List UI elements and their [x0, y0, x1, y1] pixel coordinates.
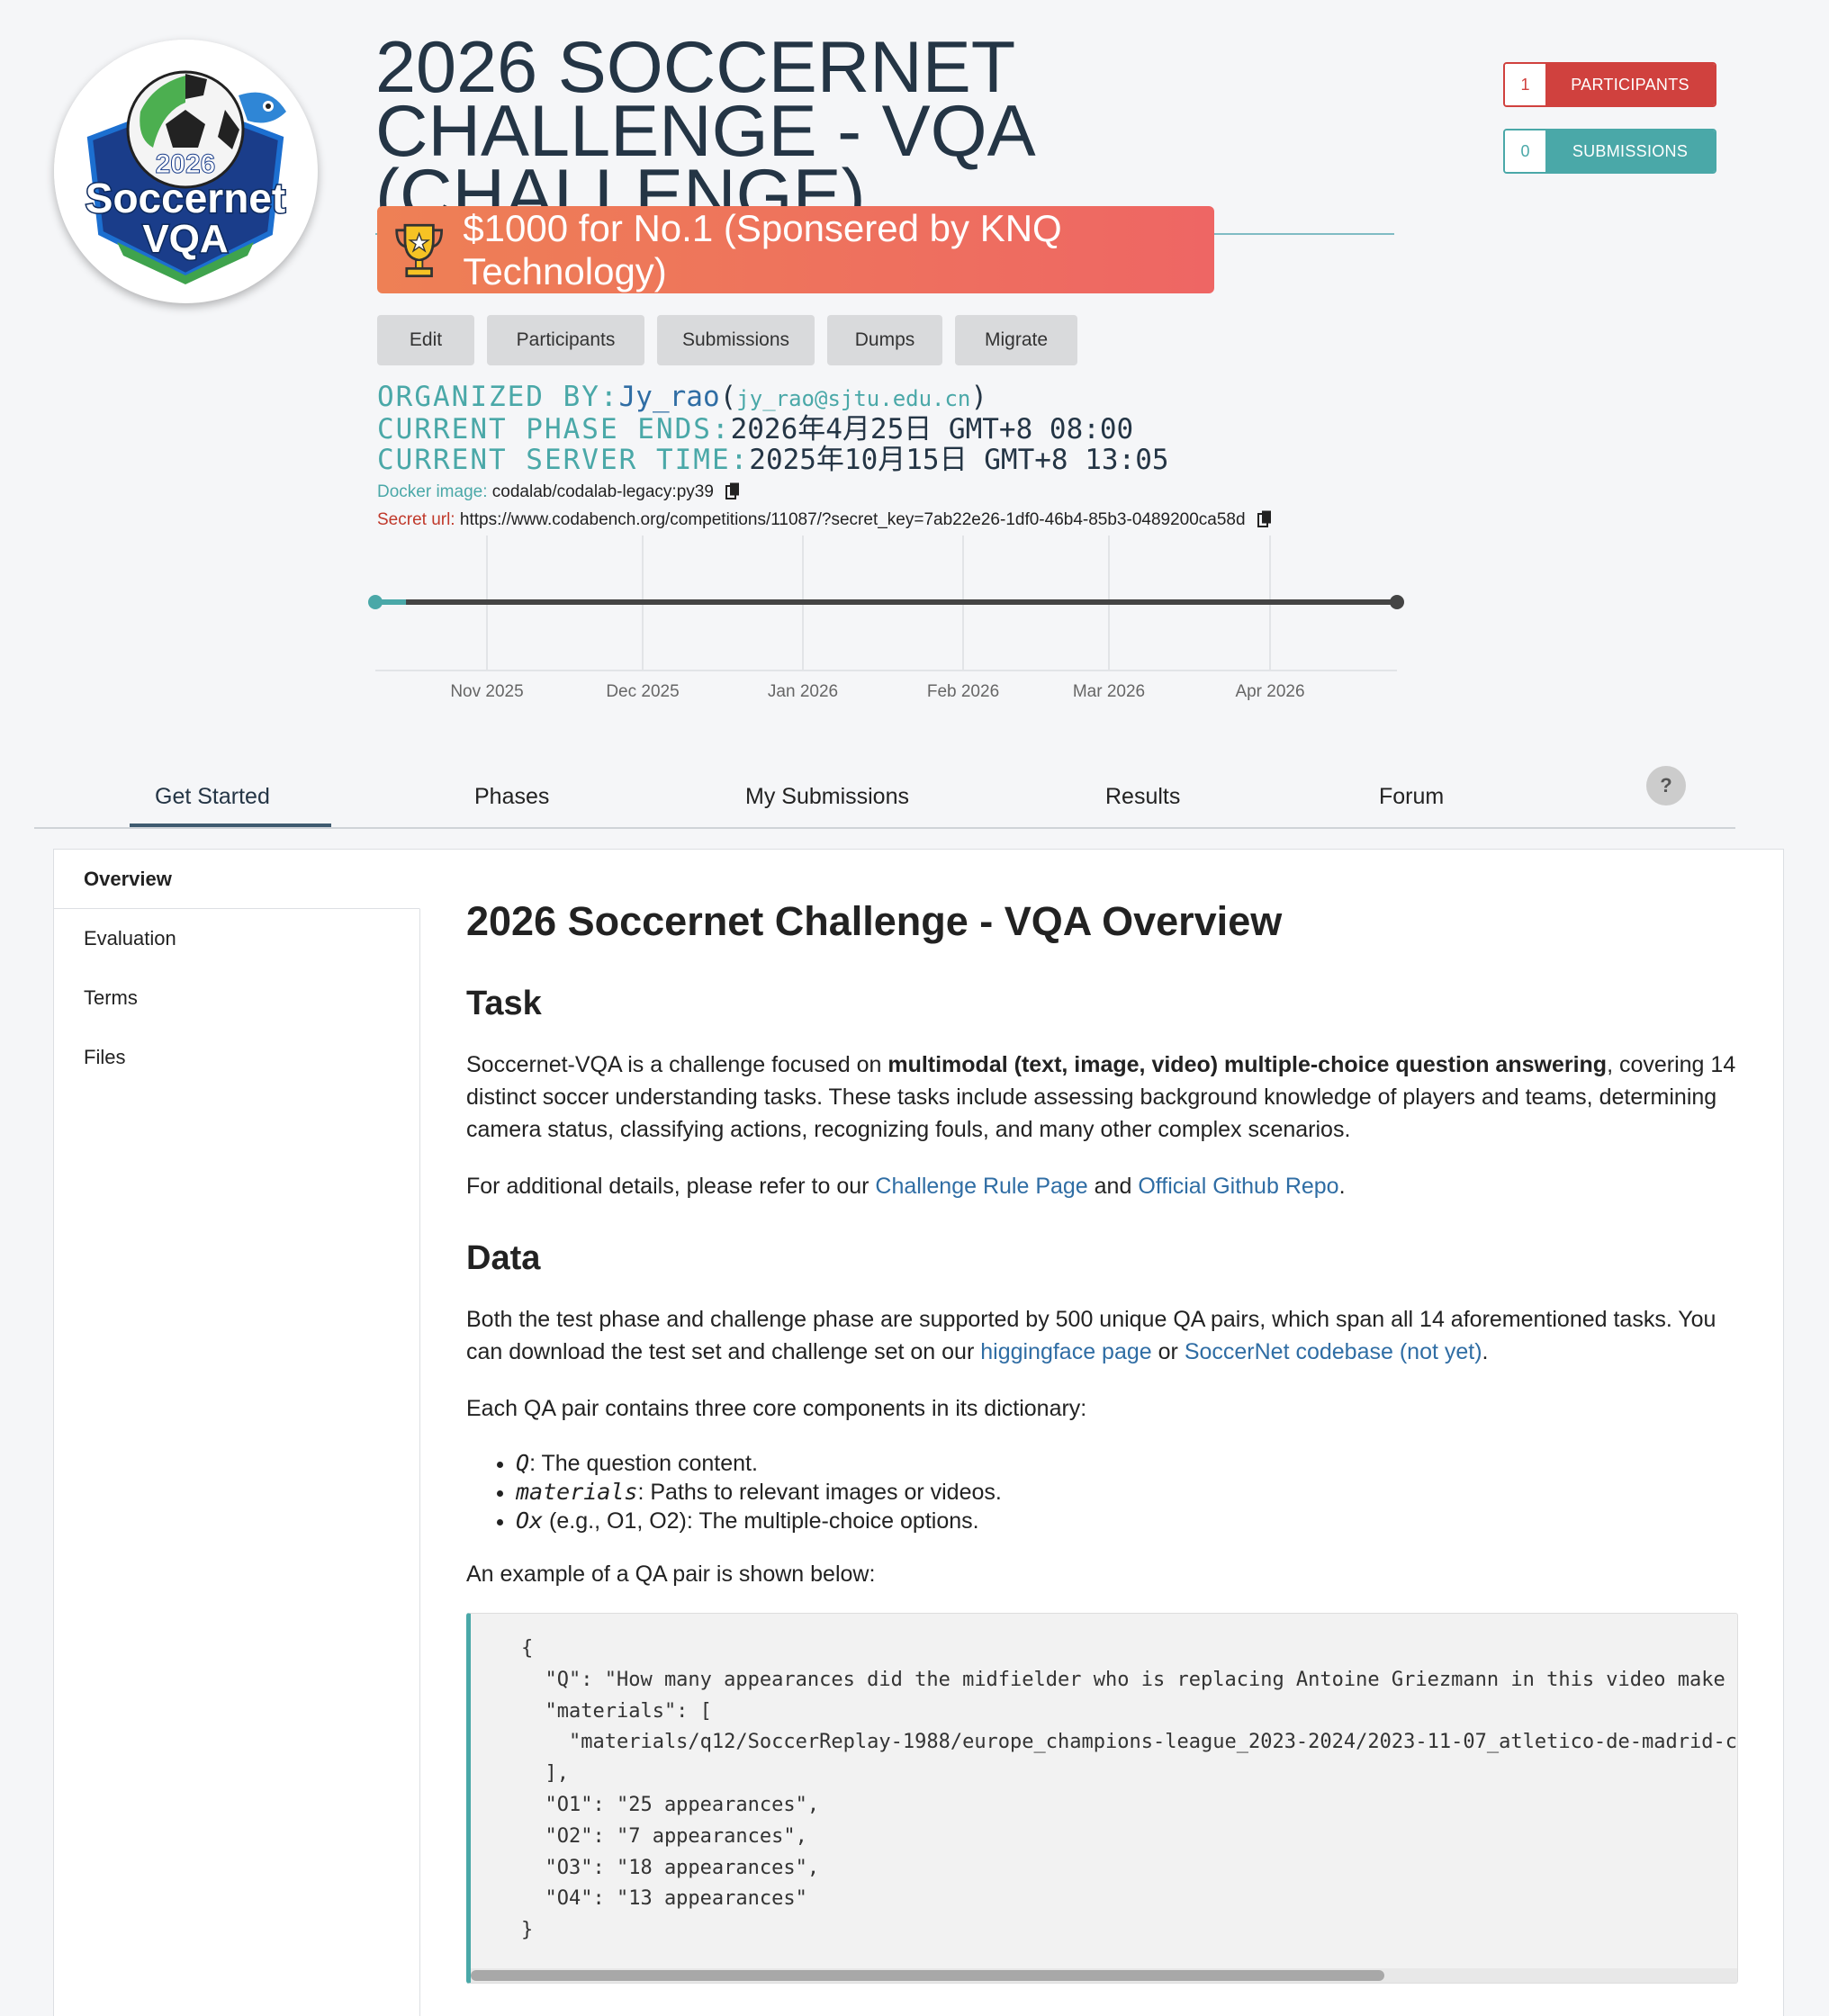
organizer-email[interactable]: jy_rao@sjtu.edu.cn	[736, 386, 970, 411]
task-heading: Task	[466, 985, 542, 1022]
submissions-counter[interactable]: 0 SUBMISSIONS	[1503, 129, 1716, 174]
soccernet-codebase-link[interactable]: SoccerNet codebase (not yet)	[1185, 1339, 1482, 1364]
competition-tabs: Get Started Phases My Submissions Result…	[34, 770, 1735, 829]
server-time-value: 2025年10月15日 GMT+8 13:05	[749, 444, 1169, 476]
server-time-row: CURRENT SERVER TIME:2025年10月15日 GMT+8 13…	[377, 445, 1169, 475]
timeline-month-label: Jan 2026	[768, 682, 838, 701]
submissions-count: 0	[1505, 130, 1545, 172]
organizer-name[interactable]: Jy_rao	[619, 381, 720, 413]
copy-icon[interactable]	[725, 482, 740, 500]
challenge-rule-link[interactable]: Challenge Rule Page	[875, 1174, 1087, 1199]
server-time-label: CURRENT SERVER TIME:	[377, 444, 750, 476]
submissions-button[interactable]: Submissions	[657, 315, 815, 365]
task-paragraph: Soccernet-VQA is a challenge focused on …	[466, 1052, 1736, 1142]
secret-url-label: Secret url:	[377, 510, 455, 529]
submissions-label: SUBMISSIONS	[1545, 130, 1715, 172]
dumps-button[interactable]: Dumps	[827, 315, 942, 365]
tab-forum[interactable]: Forum	[1379, 784, 1444, 810]
horizontal-scrollbar[interactable]	[471, 1968, 1737, 1983]
page-title: 2026 Soccernet Challenge - VQA Overview	[466, 898, 1283, 944]
tab-get-started[interactable]: Get Started	[155, 784, 270, 810]
sidebar: Overview Evaluation Terms Files	[54, 850, 420, 2016]
logo-line2: VQA	[142, 217, 228, 261]
copy-icon[interactable]	[1257, 510, 1272, 527]
github-repo-link[interactable]: Official Github Repo	[1138, 1174, 1338, 1199]
data-heading: Data	[466, 1239, 541, 1277]
timeline-month-label: Nov 2025	[450, 682, 523, 701]
tab-phases[interactable]: Phases	[474, 784, 549, 810]
phase-ends-value: 2026年4月25日 GMT+8 08:00	[730, 413, 1134, 446]
sidebar-item-terms[interactable]: Terms	[54, 968, 419, 1028]
participants-button[interactable]: Participants	[487, 315, 644, 365]
docker-image-value: codalab/codalab-legacy:py39	[491, 482, 714, 501]
timeline-month-label: Apr 2026	[1235, 682, 1304, 701]
migrate-button[interactable]: Migrate	[955, 315, 1077, 365]
participants-count: 1	[1505, 64, 1545, 105]
tab-my-submissions[interactable]: My Submissions	[745, 784, 909, 810]
secret-url-value: https://www.codabench.org/competitions/1…	[459, 510, 1246, 529]
phase-ends-row: CURRENT PHASE ENDS:2026年4月25日 GMT+8 08:0…	[377, 414, 1169, 445]
timeline-month-label: Dec 2025	[606, 682, 679, 701]
help-button[interactable]: ?	[1646, 766, 1686, 806]
prize-banner: $1000 for No.1 (Sponsered by KNQ Technol…	[377, 206, 1214, 293]
admin-button-row: Edit Participants Submissions Dumps Migr…	[377, 315, 1077, 365]
competition-logo: 2026 Soccernet VQA	[54, 40, 318, 303]
timeline-start-marker[interactable]	[368, 595, 383, 609]
code-example-block[interactable]: { "Q": "How many appearances did the mid…	[466, 1613, 1738, 1984]
tab-results[interactable]: Results	[1105, 784, 1180, 810]
timeline-end-marker[interactable]	[1390, 595, 1404, 609]
list-item: Q: The question content.	[516, 1449, 1002, 1478]
docker-label: Docker image:	[377, 482, 488, 501]
organized-by-label: ORGANIZED BY:	[377, 381, 619, 413]
list-item: Ox (e.g., O1, O2): The multiple-choice o…	[516, 1507, 1002, 1535]
soccernet-vqa-logo-icon: 2026 Soccernet VQA	[54, 40, 317, 302]
active-tab-indicator	[130, 824, 331, 827]
trophy-icon	[395, 223, 444, 277]
list-item: materials: Paths to relevant images or v…	[516, 1478, 1002, 1507]
huggingface-link[interactable]: higgingface page	[980, 1339, 1151, 1364]
sidebar-item-overview[interactable]: Overview	[54, 850, 420, 909]
phase-timeline: Nov 2025 Dec 2025 Jan 2026 Feb 2026 Mar 2026…	[368, 536, 1404, 701]
sidebar-item-files[interactable]: Files	[54, 1028, 419, 1087]
components-list: Q: The question content. materials: Path…	[516, 1449, 1002, 1535]
details-paragraph: For additional details, please refer to …	[466, 1174, 1346, 1199]
competition-title: 2026 SOCCERNET CHALLENGE - VQA (CHALLENG…	[375, 32, 1394, 235]
docker-image-row: Docker image: codalab/codalab-legacy:py3…	[377, 482, 740, 502]
components-paragraph: Each QA pair contains three core compone…	[466, 1396, 1087, 1421]
prize-text: $1000 for No.1 (Sponsered by KNQ Technol…	[463, 206, 1062, 292]
logo-line1: Soccernet	[86, 175, 285, 221]
content-panel: Overview Evaluation Terms Files 2026 Soc…	[53, 849, 1784, 2016]
participants-label: PARTICIPANTS	[1545, 64, 1715, 105]
edit-button[interactable]: Edit	[377, 315, 474, 365]
organized-by-row: ORGANIZED BY:Jy_rao(jy_rao@sjtu.edu.cn)	[377, 381, 988, 413]
competition-meta: ORGANIZED BY:Jy_rao(jy_rao@sjtu.edu.cn) …	[377, 382, 1169, 475]
example-intro: An example of a QA pair is shown below:	[466, 1562, 876, 1587]
secret-url-row: Secret url: https://www.codabench.org/co…	[377, 510, 1272, 530]
participants-counter[interactable]: 1 PARTICIPANTS	[1503, 62, 1716, 107]
data-paragraph: Both the test phase and challenge phase …	[466, 1307, 1716, 1364]
code-example: { "Q": "How many appearances did the mid…	[521, 1637, 1738, 1942]
timeline-month-label: Feb 2026	[927, 682, 999, 701]
scrollbar-thumb[interactable]	[471, 1970, 1384, 1981]
timeline-month-label: Mar 2026	[1073, 682, 1145, 701]
phase-ends-label: CURRENT PHASE ENDS:	[377, 413, 731, 446]
sidebar-item-evaluation[interactable]: Evaluation	[54, 909, 419, 968]
